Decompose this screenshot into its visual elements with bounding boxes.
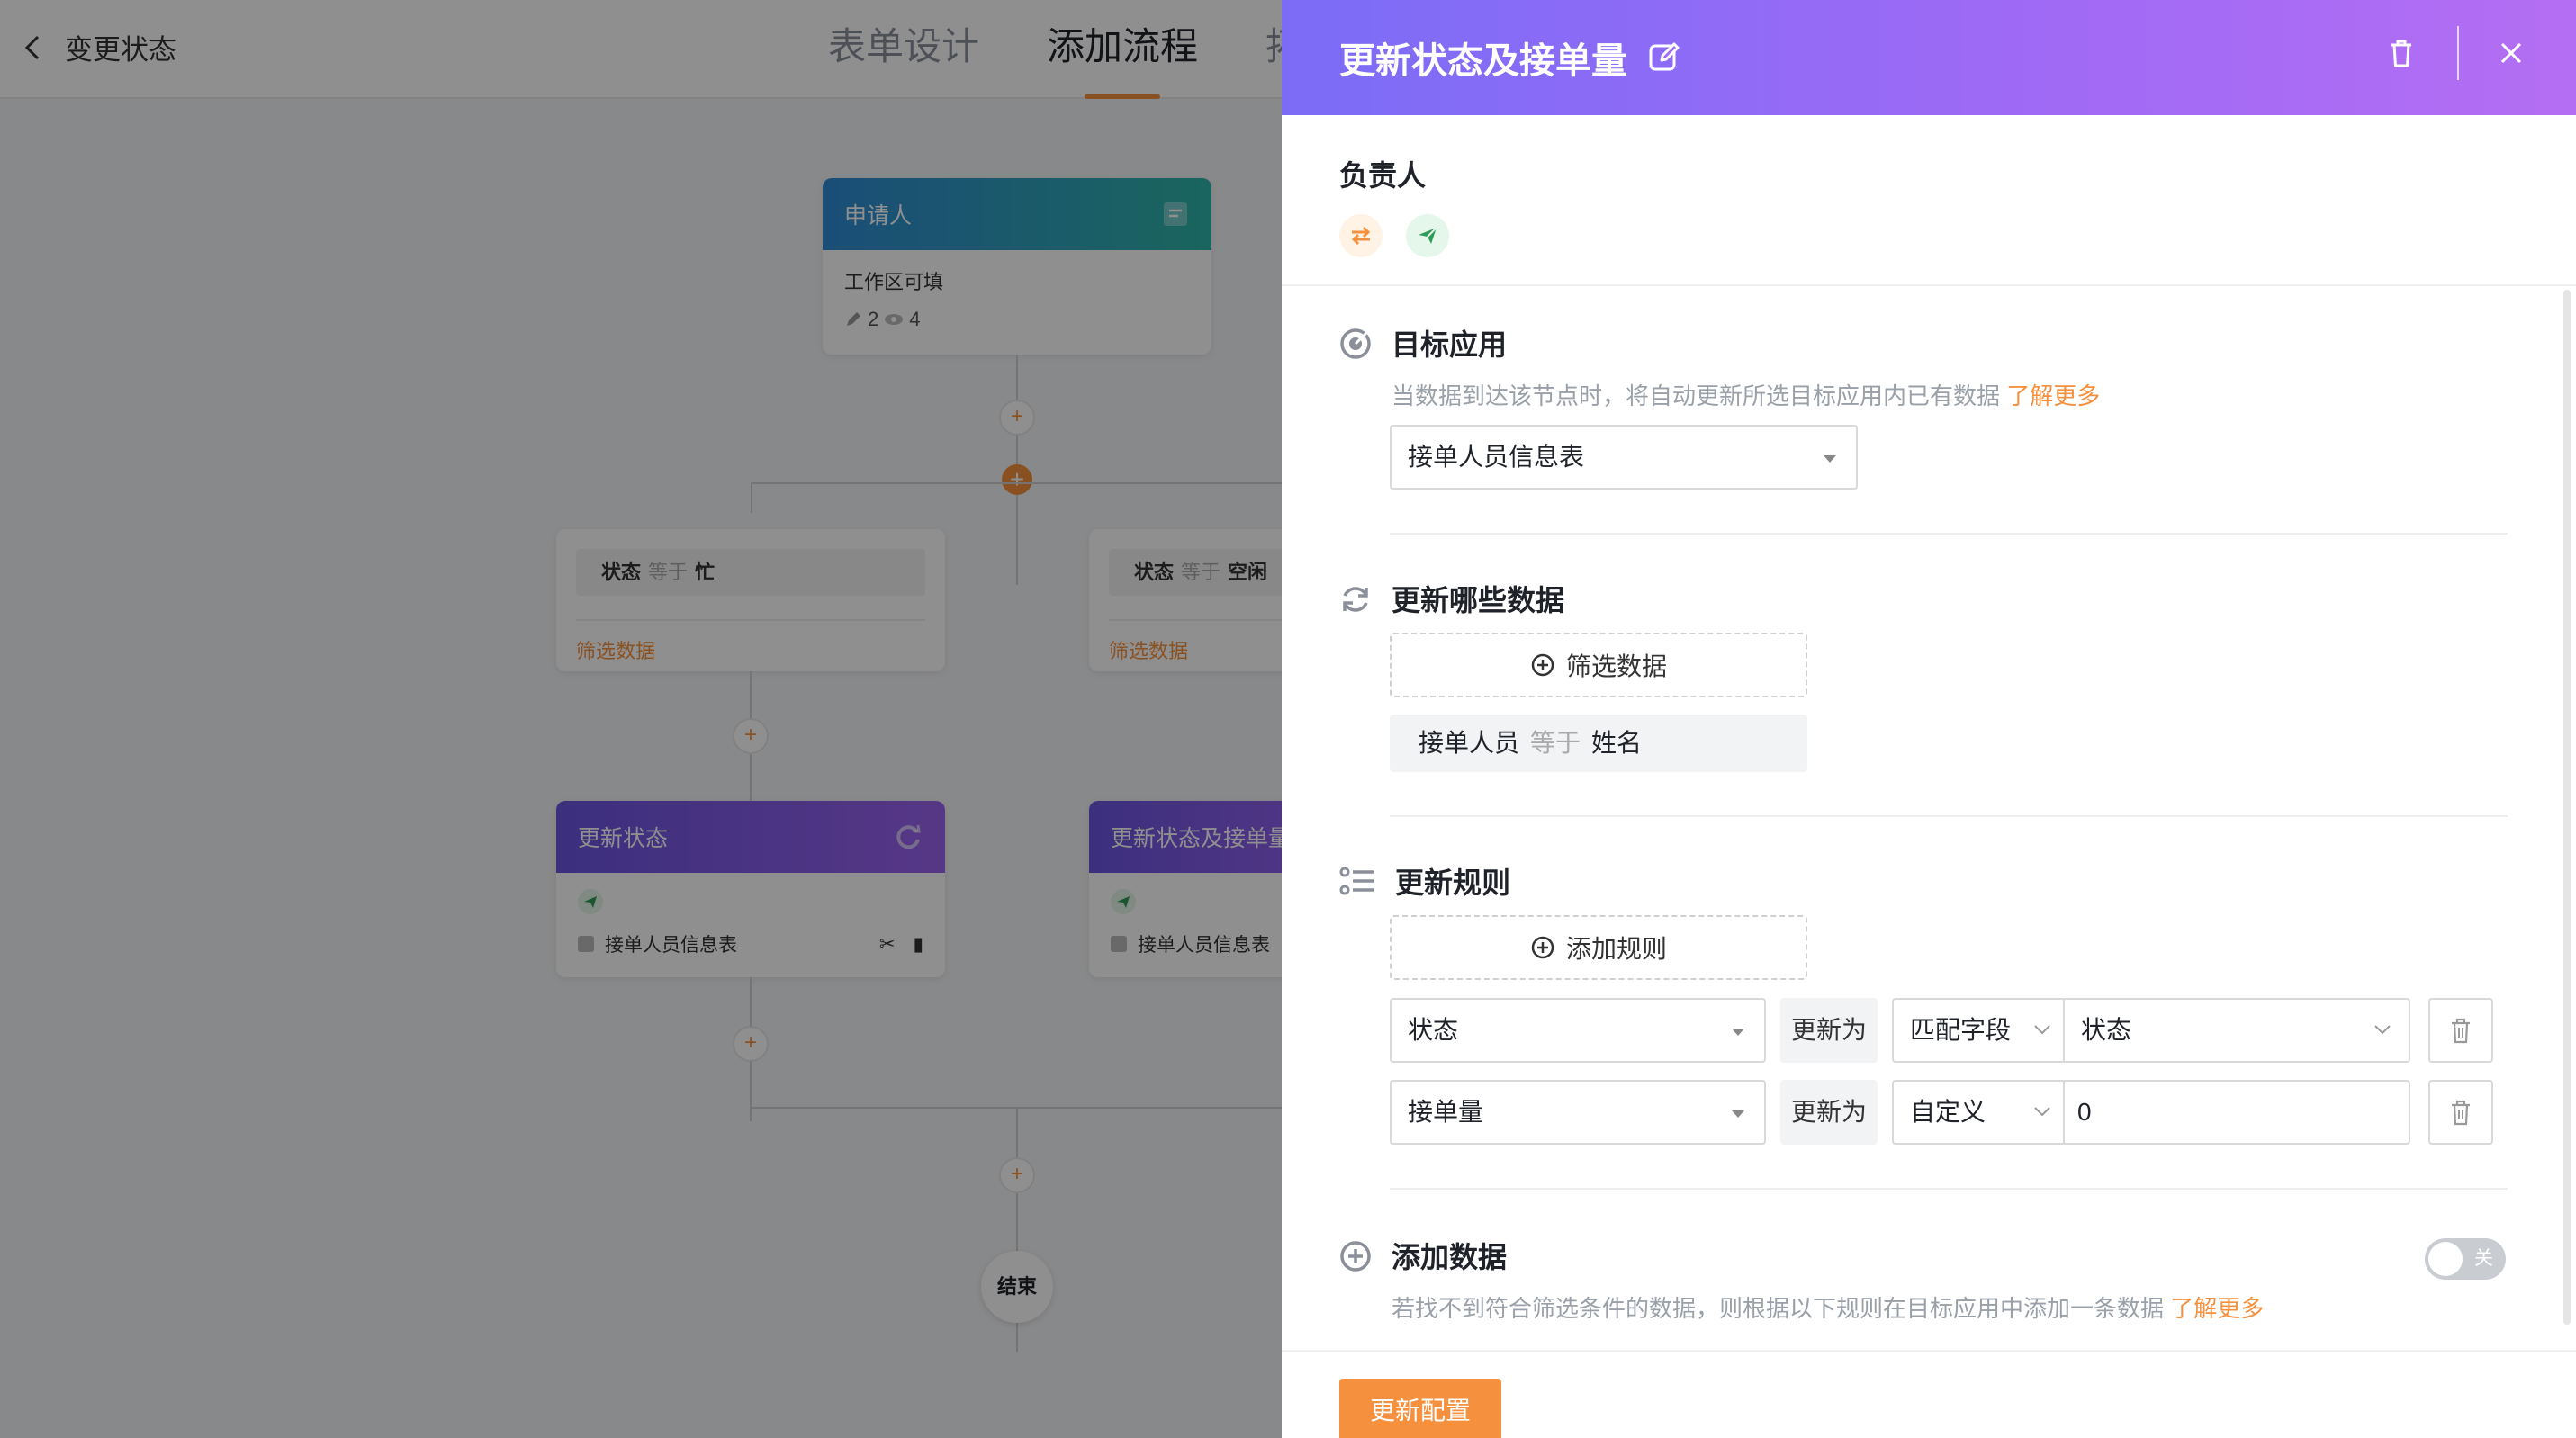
divider — [1282, 284, 2576, 286]
target-app-select[interactable]: 接单人员信息表 — [1390, 425, 1858, 490]
add-rule-button[interactable]: 添加规则 — [1390, 915, 1807, 980]
rule-mode-select[interactable]: 匹配字段 — [1892, 998, 2065, 1063]
rule-value-input[interactable]: 0 — [2063, 1080, 2410, 1145]
send-icon — [1419, 227, 1437, 244]
target-app-desc: 当数据到达该节点时，将自动更新所选目标应用内已有数据 了解更多 — [1392, 382, 2101, 409]
rule-value-select[interactable]: 状态 — [2063, 998, 2410, 1063]
caret-down-icon — [1732, 1110, 1744, 1118]
chevron-down-icon — [2374, 1025, 2391, 1035]
chevron-down-icon — [2034, 1025, 2050, 1035]
drawer-title: 更新状态及接单量 — [1339, 41, 1627, 81]
divider — [1390, 815, 2508, 817]
modal-overlay[interactable] — [0, 0, 1282, 1438]
target-app-title: 目标应用 — [1392, 328, 1508, 361]
close-icon — [2500, 42, 2522, 64]
rule-field-select[interactable]: 状态 — [1390, 998, 1766, 1063]
transfer-owner-button[interactable] — [1339, 214, 1383, 257]
which-data-section: 更新哪些数据 — [1339, 583, 2509, 637]
trash-icon — [2452, 1100, 2470, 1126]
delete-node-button[interactable] — [2382, 33, 2421, 73]
delete-rule-button[interactable] — [2428, 998, 2493, 1063]
swap-icon — [1351, 226, 1371, 246]
divider — [1390, 1188, 2508, 1190]
rule-field-select[interactable]: 接单量 — [1390, 1080, 1766, 1145]
rules-title: 更新规则 — [1395, 867, 1511, 899]
refresh-icon — [1343, 587, 1368, 612]
drawer-header: 更新状态及接单量 — [1282, 0, 2576, 115]
trash-icon — [2391, 40, 2411, 67]
rule-update-label: 更新为 — [1780, 1080, 1878, 1145]
edit-icon[interactable] — [1647, 40, 1681, 75]
owner-section: 负责人 — [1339, 153, 1449, 257]
rule-update-label: 更新为 — [1780, 998, 1878, 1063]
filter-data-label: 筛选数据 — [1565, 652, 1667, 680]
add-data-toggle[interactable]: 关 — [2425, 1238, 2506, 1280]
plus-circle-icon — [1531, 936, 1554, 959]
rules-section: 更新规则 — [1339, 866, 2509, 920]
plus-circle-icon — [1531, 653, 1554, 677]
delete-rule-button[interactable] — [2428, 1080, 2493, 1145]
add-data-title: 添加数据 — [1392, 1241, 1508, 1273]
target-app-value: 接单人员信息表 — [1408, 443, 1585, 471]
divider — [1282, 1350, 2576, 1352]
add-rule-label: 添加规则 — [1565, 935, 1667, 963]
toggle-label: 关 — [2474, 1248, 2493, 1269]
close-button[interactable] — [2491, 33, 2531, 73]
add-data-desc: 若找不到符合筛选条件的数据，则根据以下规则在目标应用中添加一条数据 了解更多 — [1392, 1295, 2265, 1322]
rule-mode-select[interactable]: 自定义 — [1892, 1080, 2065, 1145]
divider — [1390, 533, 2508, 535]
plus-circle-icon — [1340, 1241, 1371, 1272]
list-icon — [1339, 867, 1374, 895]
filter-condition[interactable]: 接单人员 等于 姓名 — [1390, 715, 1807, 772]
owner-label: 负责人 — [1339, 159, 1427, 192]
learn-more-link[interactable]: 了解更多 — [2006, 382, 2100, 409]
trash-icon — [2452, 1018, 2470, 1044]
update-config-button[interactable]: 更新配置 — [1339, 1379, 1501, 1438]
chevron-down-icon — [2034, 1107, 2050, 1117]
scrollbar[interactable] — [2563, 290, 2571, 1325]
add-data-section: 添加数据 若找不到符合筛选条件的数据，则根据以下规则在目标应用中添加一条数据 了… — [1339, 1240, 2509, 1330]
caret-down-icon — [1732, 1029, 1744, 1036]
target-icon — [1340, 328, 1371, 359]
notify-owner-button[interactable] — [1406, 214, 1449, 257]
learn-more-link[interactable]: 了解更多 — [2170, 1295, 2264, 1322]
filter-data-button[interactable]: 筛选数据 — [1390, 633, 1807, 697]
which-data-title: 更新哪些数据 — [1392, 584, 1565, 616]
toggle-knob — [2428, 1242, 2463, 1276]
caret-down-icon — [1824, 455, 1836, 463]
header-divider — [2457, 26, 2459, 80]
